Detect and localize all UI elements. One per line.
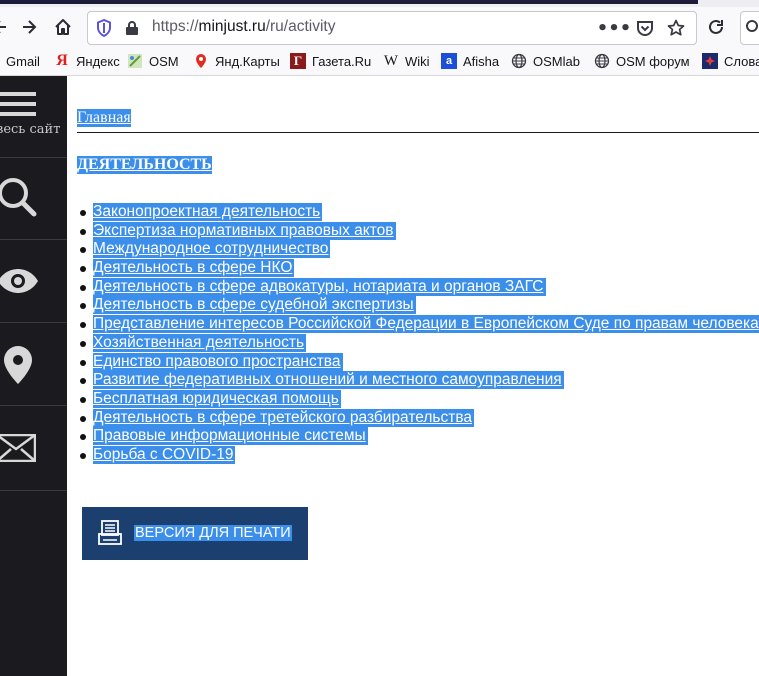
forward-button[interactable] [15,13,43,41]
url-prefix: https:// [152,18,199,35]
forward-arrow-icon [23,20,37,34]
reload-button[interactable] [702,13,730,41]
sidebar-mail-button[interactable] [0,406,67,491]
bullet [80,396,86,403]
gazeta-icon: Г [290,53,306,69]
bookmark-label: Gmail [6,53,40,69]
bookmark-gmail[interactable]: Gmail [6,51,40,71]
yandex-icon: Я [56,52,68,69]
bookmark-gazeta[interactable]: Г Газета.Ru [290,51,371,71]
activity-link[interactable]: Представление интересов Российской Федер… [93,315,759,334]
breadcrumb-home-link[interactable]: Главная [77,109,131,127]
bookmark-yandex[interactable]: Я Яндекс [54,51,120,71]
bullet [80,228,86,235]
url-path: /ru/activity [265,18,336,35]
bullet [80,452,86,459]
activity-link[interactable]: Деятельность в сфере адвокатуры, нотариа… [93,277,546,296]
sidebar-menu-button[interactable]: весь сайт [0,76,67,158]
globe-icon [511,53,527,69]
tab-strip [0,0,698,4]
bookmark-afisha[interactable]: a Afisha [441,51,499,71]
activity-link[interactable]: Бесплатная юридическая помощь [93,389,341,408]
bullet [80,247,86,254]
bookmark-wiki[interactable]: W Wiki [383,51,430,71]
globe-icon [594,53,610,69]
bookmark-label: Слова [724,53,759,69]
sidebar-search-button[interactable] [0,158,67,240]
bullet [80,322,86,329]
afisha-icon: a [441,53,457,69]
print-version-label: ВЕРСИЯ ДЛЯ ПЕЧАТИ [134,525,292,541]
bookmark-osm[interactable]: OSM [127,51,179,71]
map-pin-icon [193,53,209,69]
print-document-icon [98,520,122,545]
bookmark-label: OSM [149,53,179,69]
bookmark-yandex-maps[interactable]: Янд.Карты [193,51,280,71]
bookmarks-bar: Gmail Я Яндекс OSM Янд.Карты Г Газета.Ru W… [0,47,759,76]
eye-icon [0,269,38,293]
search-whole-site-label: весь сайт [0,122,61,137]
bookmark-slova[interactable]: Слова [702,51,759,71]
activity-link[interactable]: Борьба с COVID-19 [93,445,236,464]
bullet [80,415,86,422]
bookmark-label: Яндекс [76,53,120,69]
bullet [80,266,86,273]
url-host: minjust.ru [198,18,266,35]
bookmark-osmlab[interactable]: OSMlab [511,51,580,71]
bookmark-label: Wiki [405,53,430,69]
browser-toolbar: https://minjust.ru/ru/activity ••• [0,7,759,47]
home-icon [55,19,71,35]
location-pin-icon [4,346,32,384]
wikipedia-icon: W [383,52,399,69]
search-box[interactable] [740,11,759,45]
search-icon [746,20,758,32]
page-actions-icon[interactable]: ••• [597,16,632,40]
activity-link[interactable]: Международное сотрудничество [93,240,331,259]
bookmark-label: Газета.Ru [312,53,372,69]
osm-icon [127,53,143,69]
activity-link[interactable]: Хозяйственная деятельность [93,333,307,352]
lock-icon[interactable] [120,16,144,40]
activity-link[interactable]: Деятельность в сфере третейского разбира… [93,408,474,427]
print-version-button[interactable]: ВЕРСИЯ ДЛЯ ПЕЧАТИ [82,507,308,560]
bullet [80,210,86,216]
bookmark-label: Afisha [463,53,500,69]
bullet [80,340,86,347]
pocket-icon[interactable] [633,16,657,40]
bullet [80,303,86,310]
bookmark-star-icon[interactable] [664,16,688,40]
bookmark-label: Янд.Карты [215,53,280,69]
bullet [80,359,86,366]
activity-link[interactable]: Законопроектная деятельность [93,203,323,221]
envelope-icon [0,434,36,462]
back-arrow-icon [0,21,6,33]
dictionary-icon [702,53,718,69]
bullet [80,284,86,291]
accessibility-sidebar: весь сайт [0,76,67,676]
activity-link[interactable]: Деятельность в сфере НКО [93,259,295,278]
bookmark-osm-forum[interactable]: OSM форум [594,51,690,71]
back-button[interactable] [0,13,14,41]
activity-link[interactable]: Единство правового пространства [93,352,343,371]
activity-link[interactable]: Деятельность в сфере судебной экспертизы [93,296,416,315]
hamburger-menu-icon [0,92,36,116]
address-bar[interactable]: https://minjust.ru/ru/activity ••• [87,11,697,45]
breadcrumb-divider [77,132,759,133]
activity-link[interactable]: Правовые информационные системы [93,427,368,446]
activity-link[interactable]: Экспертиза нормативных правовых актов [93,221,396,240]
reload-icon [709,19,723,34]
page-title: ДЕЯТЕЛЬНОСТЬ [77,156,212,174]
bookmark-label: OSMlab [533,53,580,69]
home-button[interactable] [49,13,77,41]
url-text[interactable]: https://minjust.ru/ru/activity [152,18,335,36]
magnifier-icon [0,178,37,217]
bookmark-label: OSM форум [616,53,690,69]
sidebar-accessibility-button[interactable] [0,240,67,323]
tracking-shield-icon[interactable] [92,16,116,40]
activity-link[interactable]: Развитие федеративных отношений и местно… [93,371,564,390]
sidebar-location-button[interactable] [0,323,67,406]
bullet [80,434,86,441]
bullet [80,378,86,385]
window-top-strip [0,0,759,7]
